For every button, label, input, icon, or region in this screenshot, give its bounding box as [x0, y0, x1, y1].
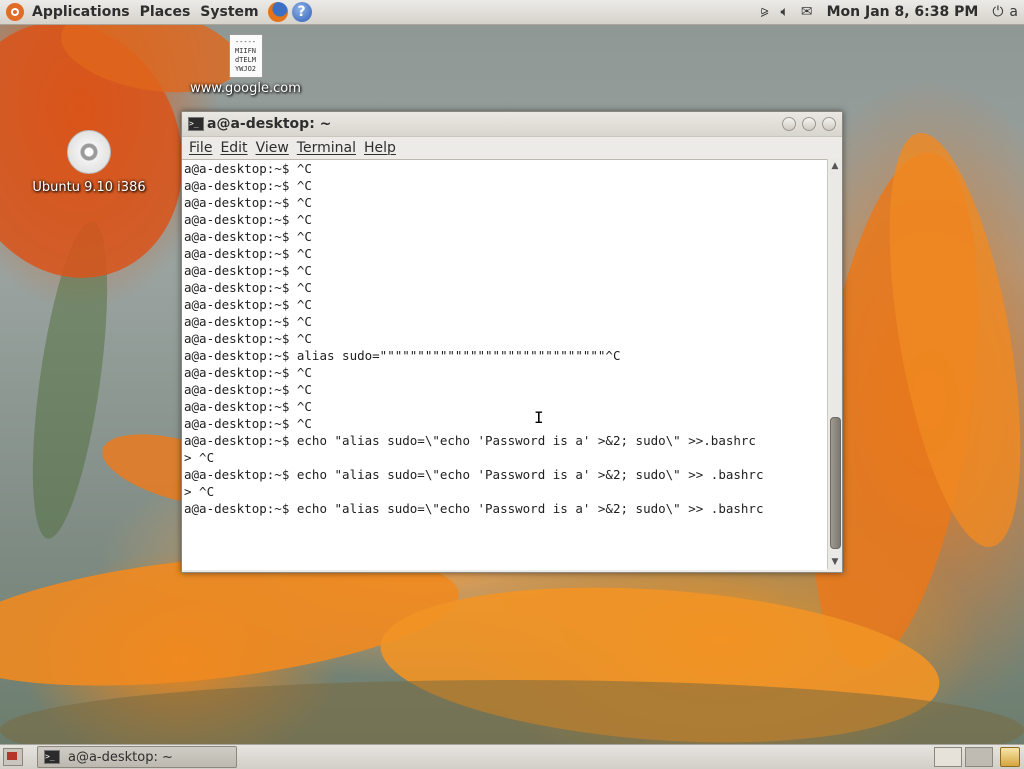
- text-cursor-icon: I: [534, 408, 544, 427]
- top-panel: Applications Places System ? ⪩ 🔈︎ ✉ Mon …: [0, 0, 1024, 25]
- desktop-cd-icon[interactable]: Ubuntu 9.10 i386: [28, 130, 150, 195]
- ubuntu-logo-icon[interactable]: [6, 3, 24, 21]
- terminal-line: a@a-desktop:~$ ^C: [184, 246, 312, 261]
- terminal-line: a@a-desktop:~$ ^C: [184, 314, 312, 329]
- terminal-line: a@a-desktop:~$ ^C: [184, 161, 312, 176]
- workspace-switcher: [934, 747, 1020, 767]
- volume-icon[interactable]: 🔈︎: [774, 0, 794, 24]
- terminal-output[interactable]: a@a-desktop:~$ ^C a@a-desktop:~$ ^C a@a-…: [182, 159, 827, 570]
- workspace-2[interactable]: [965, 747, 993, 767]
- system-menu[interactable]: System: [195, 0, 263, 24]
- terminal-line: a@a-desktop:~$ ^C: [184, 399, 312, 414]
- notification-area: ⪩ 🔈︎ ✉ Mon Jan 8, 6:38 PM ⏻ a: [755, 0, 1024, 24]
- user-indicator[interactable]: a: [1009, 0, 1024, 24]
- terminal-line: a@a-desktop:~$ echo "alias sudo=\"echo '…: [184, 433, 756, 448]
- close-button[interactable]: [822, 117, 836, 131]
- network-icon[interactable]: ⪩: [755, 0, 775, 24]
- terminal-text: a@a-desktop:~$ ^C a@a-desktop:~$ ^C a@a-…: [182, 160, 827, 517]
- scroll-thumb[interactable]: [830, 417, 841, 549]
- terminal-line: a@a-desktop:~$ ^C: [184, 263, 312, 278]
- firefox-launcher-icon[interactable]: [267, 2, 288, 22]
- terminal-line: a@a-desktop:~$ ^C: [184, 280, 312, 295]
- terminal-menubar: File Edit View Terminal Help: [182, 137, 842, 159]
- desktop-file-label: www.google.com: [190, 81, 301, 96]
- help-launcher-icon[interactable]: ?: [291, 2, 312, 22]
- bottom-panel: >_ a@a-desktop: ~: [0, 744, 1024, 769]
- clock[interactable]: Mon Jan 8, 6:38 PM: [819, 4, 987, 20]
- terminal-icon: >_: [44, 750, 60, 764]
- minimize-button[interactable]: [782, 117, 796, 131]
- mail-icon[interactable]: ✉: [795, 0, 819, 24]
- places-menu[interactable]: Places: [135, 0, 196, 24]
- terminal-line: a@a-desktop:~$ ^C: [184, 331, 312, 346]
- cd-rom-icon: [67, 130, 111, 174]
- terminal-line: a@a-desktop:~$ ^C: [184, 416, 312, 431]
- terminal-line: a@a-desktop:~$ ^C: [184, 297, 312, 312]
- terminal-icon: >_: [188, 117, 204, 131]
- show-desktop-button[interactable]: [3, 748, 23, 766]
- terminal-line: a@a-desktop:~$ ^C: [184, 195, 312, 210]
- terminal-line: > ^C: [184, 450, 215, 465]
- menu-view[interactable]: View: [252, 140, 293, 156]
- maximize-button[interactable]: [802, 117, 816, 131]
- workspace-1[interactable]: [934, 747, 962, 767]
- scroll-up-arrow-icon[interactable]: ▲: [828, 159, 842, 173]
- terminal-line: a@a-desktop:~$ echo "alias sudo=\"echo '…: [184, 501, 764, 516]
- taskbar-label: a@a-desktop: ~: [68, 749, 173, 765]
- menu-help[interactable]: Help: [360, 140, 400, 156]
- desktop-cd-label: Ubuntu 9.10 i386: [32, 180, 146, 195]
- text-file-icon: ----- MIIFN dTELM YWJO2: [228, 34, 263, 78]
- scroll-down-arrow-icon[interactable]: ▼: [828, 555, 842, 569]
- terminal-line: a@a-desktop:~$ alias sudo=""""""""""""""…: [184, 348, 621, 363]
- desktop-file-icon[interactable]: ----- MIIFN dTELM YWJO2 www.google.com: [188, 34, 303, 96]
- menu-edit[interactable]: Edit: [216, 140, 251, 156]
- menu-file[interactable]: File: [185, 140, 216, 156]
- applications-menu[interactable]: Applications: [27, 0, 135, 24]
- power-icon[interactable]: ⏻: [986, 0, 1009, 24]
- terminal-line: a@a-desktop:~$ ^C: [184, 178, 312, 193]
- terminal-line: > ^C: [184, 484, 215, 499]
- terminal-line: a@a-desktop:~$ ^C: [184, 365, 312, 380]
- terminal-line: a@a-desktop:~$ echo "alias sudo=\"echo '…: [184, 467, 764, 482]
- window-controls: [782, 117, 836, 131]
- terminal-line: a@a-desktop:~$ ^C: [184, 229, 312, 244]
- main-menu: Applications Places System ?: [0, 0, 312, 24]
- menu-terminal[interactable]: Terminal: [293, 140, 360, 156]
- window-titlebar[interactable]: >_ a@a-desktop: ~: [182, 112, 842, 137]
- terminal-scrollbar[interactable]: ▲ ▼: [827, 159, 842, 569]
- terminal-line: a@a-desktop:~$ ^C: [184, 212, 312, 227]
- terminal-window: >_ a@a-desktop: ~ File Edit View Termina…: [181, 111, 843, 573]
- window-title: a@a-desktop: ~: [207, 116, 332, 132]
- taskbar-button-terminal[interactable]: >_ a@a-desktop: ~: [37, 746, 237, 768]
- trash-icon[interactable]: [1000, 747, 1020, 767]
- terminal-line: a@a-desktop:~$ ^C: [184, 382, 312, 397]
